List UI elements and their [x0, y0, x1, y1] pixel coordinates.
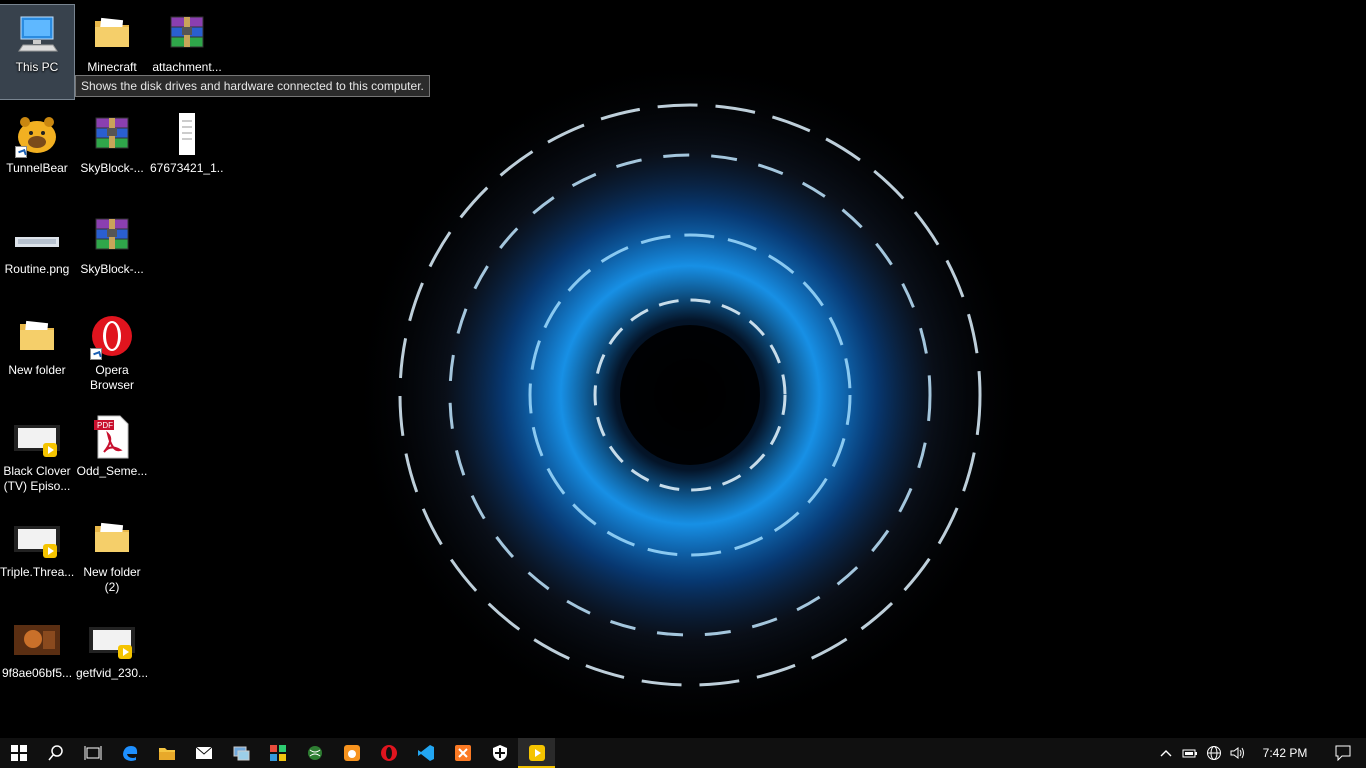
desktop-icon[interactable]: TunnelBear — [0, 106, 74, 200]
search-icon[interactable] — [37, 738, 74, 768]
this-pc-icon — [13, 9, 61, 57]
folder-icon — [88, 514, 136, 562]
desktop-icon[interactable]: SkyBlock-... — [75, 207, 149, 301]
winrar-archive-icon — [163, 9, 211, 57]
file-explorer-icon[interactable] — [148, 738, 185, 768]
svg-text:PDF: PDF — [97, 421, 113, 430]
taskbar-pinned-apps — [0, 738, 555, 768]
desktop-icon[interactable]: Black Clover (TV) Episo... — [0, 409, 74, 503]
opera-icon — [88, 312, 136, 360]
shortcut-arrow-icon — [15, 146, 27, 158]
png-image-icon — [13, 211, 61, 259]
desktop-icon[interactable]: New folder (2) — [75, 510, 149, 604]
desktop-icon-label: New folder (2) — [83, 565, 141, 594]
desktop-icon[interactable]: New folder — [0, 308, 74, 402]
show-hidden-icons-icon[interactable] — [1154, 738, 1178, 768]
desktop-icon-label: SkyBlock-... — [80, 262, 144, 276]
desktop-icon-label: New folder — [8, 363, 66, 377]
taskbar: 7:42 PM — [0, 738, 1366, 768]
vscode-icon[interactable] — [407, 738, 444, 768]
image-file-icon — [13, 615, 61, 663]
play-badge-icon — [43, 443, 57, 457]
tooltip: Shows the disk drives and hardware conne… — [75, 75, 430, 97]
desktop-icon-label: Minecraft — [87, 60, 137, 74]
winrar-archive-icon — [88, 110, 136, 158]
desktop-icon-label: Triple.Threa... — [0, 565, 74, 579]
desktop-icon[interactable]: SkyBlock-... — [75, 106, 149, 200]
desktop-icon-label: 67673421_1... — [150, 161, 224, 175]
video-file-icon — [13, 413, 61, 461]
desktop-icon-label: SkyBlock-... — [80, 161, 144, 175]
clock[interactable]: 7:42 PM — [1250, 746, 1320, 760]
xampp-icon[interactable] — [444, 738, 481, 768]
security-icon[interactable] — [481, 738, 518, 768]
desktop-icon[interactable]: Routine.png — [0, 207, 74, 301]
edge-icon[interactable] — [111, 738, 148, 768]
play-badge-icon — [118, 645, 132, 659]
desktop-icon-label: Opera Browser — [89, 363, 134, 392]
task-view-icon[interactable] — [74, 738, 111, 768]
folder-icon — [13, 312, 61, 360]
desktop-icon[interactable]: Triple.Threa... — [0, 510, 74, 604]
start-icon[interactable] — [0, 738, 37, 768]
desktop-icon-label: getfvid_230... — [75, 666, 149, 680]
tunnelbear-icon — [13, 110, 61, 158]
play-badge-icon — [43, 544, 57, 558]
network-globe-icon[interactable] — [1202, 738, 1226, 768]
shortcut-arrow-icon — [90, 348, 102, 360]
video-file-icon — [88, 615, 136, 663]
desktop-icon[interactable]: Opera Browser — [75, 308, 149, 402]
network-manager-icon[interactable] — [222, 738, 259, 768]
pdf-file-icon: PDF — [88, 413, 136, 461]
desktop-icon-label: Black Clover (TV) Episo... — [3, 464, 71, 493]
desktop-icon[interactable]: PDF Odd_Seme... — [75, 409, 149, 503]
office-icon[interactable] — [259, 738, 296, 768]
action-center-icon[interactable] — [1320, 738, 1366, 768]
desktop-icon-label: Routine.png — [4, 262, 70, 276]
desktop-icon[interactable]: 67673421_1... — [150, 106, 224, 200]
desktop-icon-label: This PC — [15, 60, 59, 74]
media-player-icon[interactable] — [518, 738, 555, 768]
xbox-icon[interactable] — [296, 738, 333, 768]
video-file-icon — [13, 514, 61, 562]
system-tray: 7:42 PM — [1154, 738, 1366, 768]
battery-icon[interactable] — [1178, 738, 1202, 768]
desktop-icon-label: Odd_Seme... — [76, 464, 148, 478]
desktop-icon-label: TunnelBear — [6, 161, 68, 175]
desktop-icon[interactable]: getfvid_230... — [75, 611, 149, 705]
desktop-icon-label: attachment... — [152, 60, 222, 74]
uc-browser-icon[interactable] — [333, 738, 370, 768]
winrar-archive-icon — [88, 211, 136, 259]
mail-icon[interactable] — [185, 738, 222, 768]
desktop-icon[interactable]: 9f8ae06bf5... — [0, 611, 74, 705]
desktop-icon[interactable]: This PC — [0, 4, 75, 100]
desktop-icon-label: 9f8ae06bf5... — [1, 666, 73, 680]
document-file-icon — [163, 110, 211, 158]
volume-icon[interactable] — [1226, 738, 1250, 768]
opera-icon[interactable] — [370, 738, 407, 768]
folder-icon — [88, 9, 136, 57]
